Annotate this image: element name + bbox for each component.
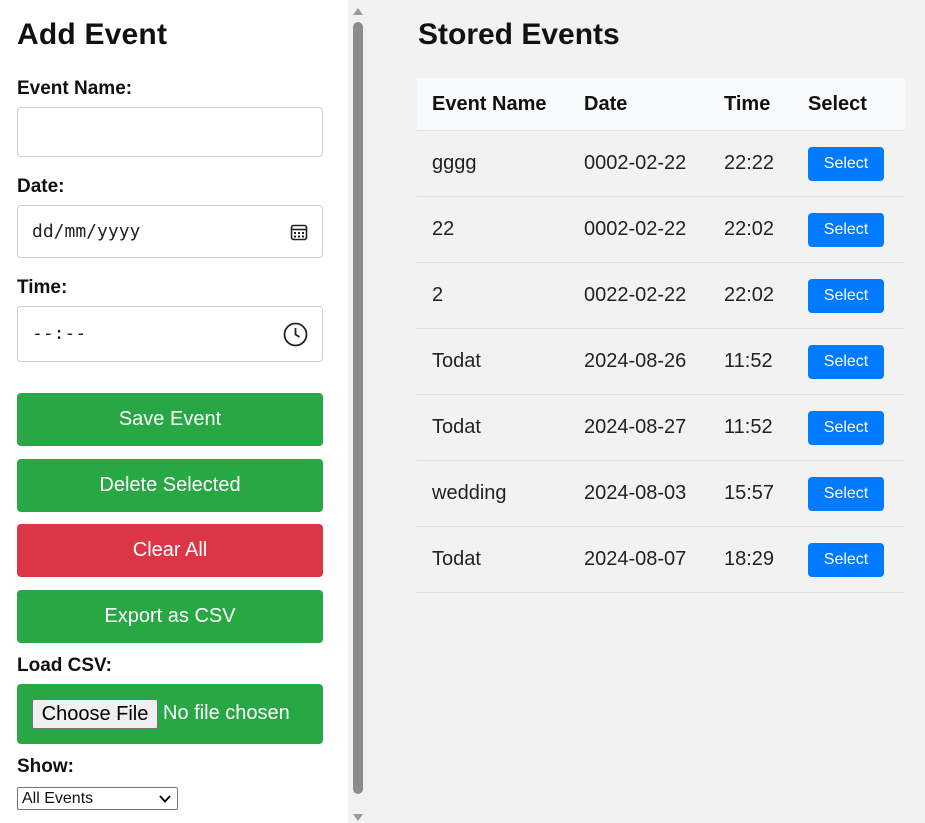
export-csv-button[interactable]: Export as CSV — [17, 590, 323, 643]
event-date-cell: 2024-08-27 — [584, 416, 687, 438]
column-header-select: Select — [808, 93, 867, 115]
column-header-event-name: Event Name — [432, 93, 547, 115]
left-panel-scrollbar[interactable] — [348, 0, 368, 823]
clear-all-button[interactable]: Clear All — [17, 524, 323, 577]
event-name-cell: 22 — [432, 218, 455, 240]
scroll-up-arrow-icon[interactable] — [352, 4, 364, 22]
date-label: Date: — [17, 176, 65, 197]
select-button[interactable]: Select — [808, 345, 884, 379]
event-time-cell: 22:02 — [724, 218, 775, 240]
event-name-input[interactable] — [17, 107, 323, 157]
select-button[interactable]: Select — [808, 411, 884, 445]
event-time-cell: 11:52 — [724, 416, 773, 438]
app: Add Event Event Name: Date: dd/mm/yyyy T… — [0, 0, 925, 823]
show-filter-select[interactable]: All Events — [17, 787, 178, 810]
select-button[interactable]: Select — [808, 147, 884, 181]
date-input[interactable]: dd/mm/yyyy — [17, 205, 323, 258]
event-name-cell: Todat — [432, 548, 481, 570]
table-header: Event Name Date Time Select — [417, 78, 905, 131]
column-header-date: Date — [584, 93, 628, 115]
select-button[interactable]: Select — [808, 213, 884, 247]
add-event-panel: Add Event Event Name: Date: dd/mm/yyyy T… — [0, 0, 348, 823]
load-csv-label: Load CSV: — [17, 655, 113, 676]
clock-icon[interactable] — [283, 322, 308, 352]
event-date-cell: 0002-02-22 — [584, 152, 687, 174]
event-name-cell: Todat — [432, 416, 481, 438]
scrollbar-thumb[interactable] — [353, 22, 363, 794]
event-date-cell: 2024-08-07 — [584, 548, 687, 570]
select-button[interactable]: Select — [808, 543, 884, 577]
event-time-cell: 22:22 — [724, 152, 775, 174]
show-label: Show: — [17, 756, 74, 777]
save-event-button[interactable]: Save Event — [17, 393, 323, 446]
select-button[interactable]: Select — [808, 477, 884, 511]
time-input[interactable]: --:-- — [17, 306, 323, 362]
table-row: 22 0002-02-22 22:02 Select — [417, 197, 905, 263]
event-time-cell: 15:57 — [724, 482, 775, 504]
no-file-text: No file chosen — [163, 702, 290, 724]
event-name-label: Event Name: — [17, 78, 133, 99]
event-date-cell: 2024-08-03 — [584, 482, 687, 504]
select-button[interactable]: Select — [808, 279, 884, 313]
column-header-time: Time — [724, 93, 771, 115]
event-date-cell: 2024-08-26 — [584, 350, 687, 372]
event-date-cell: 0002-02-22 — [584, 218, 687, 240]
calendar-icon[interactable] — [290, 223, 308, 246]
table-row: gggg 0002-02-22 22:22 Select — [417, 131, 905, 197]
event-name-cell: wedding — [432, 482, 507, 504]
chevron-down-icon — [159, 791, 171, 812]
table-row: wedding 2024-08-03 15:57 Select — [417, 461, 905, 527]
events-table: Event Name Date Time Select gggg 0002-02… — [417, 78, 905, 593]
csv-file-input: Choose File No file chosen — [17, 684, 323, 744]
event-time-cell: 22:02 — [724, 284, 775, 306]
scroll-down-arrow-icon[interactable] — [352, 809, 364, 823]
table-row: 2 0022-02-22 22:02 Select — [417, 263, 905, 329]
date-placeholder: dd/mm/yyyy — [32, 221, 141, 242]
time-placeholder: --:-- — [32, 323, 87, 344]
event-time-cell: 18:29 — [724, 548, 775, 570]
table-row: Todat 2024-08-07 18:29 Select — [417, 527, 905, 593]
time-label: Time: — [17, 277, 68, 298]
table-row: Todat 2024-08-27 11:52 Select — [417, 395, 905, 461]
event-name-cell: Todat — [432, 350, 481, 372]
add-event-title: Add Event — [17, 18, 168, 51]
event-name-cell: gggg — [432, 152, 477, 174]
event-date-cell: 0022-02-22 — [584, 284, 687, 306]
event-time-cell: 11:52 — [724, 350, 773, 372]
table-row: Todat 2024-08-26 11:52 Select — [417, 329, 905, 395]
event-name-cell: 2 — [432, 284, 444, 306]
show-filter-value: All Events — [22, 790, 94, 807]
choose-file-button[interactable]: Choose File — [32, 699, 158, 729]
stored-events-title: Stored Events — [418, 18, 620, 51]
delete-selected-button[interactable]: Delete Selected — [17, 459, 323, 512]
